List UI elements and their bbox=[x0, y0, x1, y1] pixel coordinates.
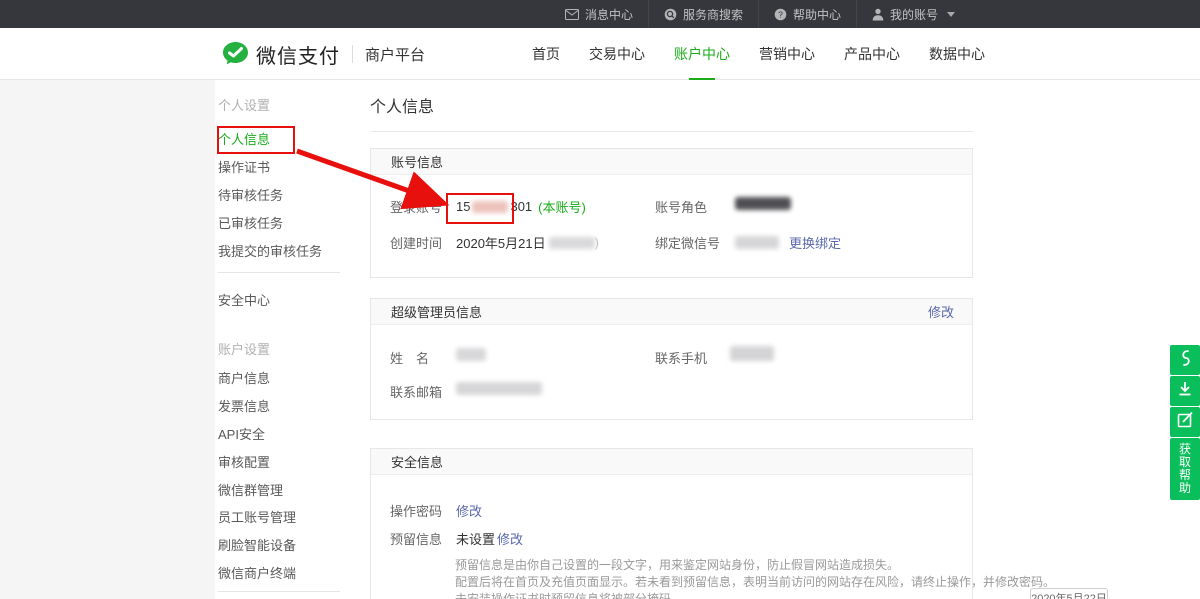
account-role-label: 账号角色 bbox=[655, 197, 707, 216]
bound-wechat-value: 更换绑定 bbox=[735, 233, 841, 252]
redacted-role bbox=[735, 197, 791, 210]
security-info-title: 安全信息 bbox=[391, 452, 443, 471]
sidebar-header-personal-settings: 个人设置 bbox=[218, 95, 270, 114]
redacted-created-tail bbox=[549, 237, 595, 249]
reserved-info-status: 未设置 bbox=[456, 529, 495, 548]
svg-text:?: ? bbox=[778, 9, 783, 19]
reserved-info-desc-line-3: 未安装操作证书时预留信息将被部分掩码。 bbox=[455, 590, 683, 599]
nav-transaction-center[interactable]: 交易中心 bbox=[589, 38, 645, 70]
sidebar-item-operation-certificate[interactable]: 操作证书 bbox=[218, 157, 270, 176]
super-admin-header: 超级管理员信息 修改 bbox=[371, 299, 972, 325]
redacted-phone bbox=[730, 346, 774, 361]
top-utility-group: 消息中心 服务商搜索 ? 帮助中心 我的账号 bbox=[550, 0, 970, 28]
nav-home[interactable]: 首页 bbox=[532, 38, 560, 70]
sidebar-item-my-submitted-tasks[interactable]: 我提交的审核任务 bbox=[218, 241, 322, 260]
nav-account-center[interactable]: 账户中心 bbox=[674, 38, 730, 70]
account-info-title: 账号信息 bbox=[391, 152, 443, 171]
sidebar-divider bbox=[218, 591, 340, 592]
portal-name: 商户平台 bbox=[365, 44, 425, 65]
created-time-value: 2020年5月21日 ) bbox=[456, 233, 599, 252]
current-account-tag: (本账号) bbox=[538, 197, 586, 216]
security-info-header: 安全信息 bbox=[371, 449, 972, 475]
name-value bbox=[456, 348, 486, 361]
name-label: 姓 名 bbox=[390, 348, 429, 367]
sidebar-item-merchant-info[interactable]: 商户信息 bbox=[218, 368, 270, 387]
brand: 微信支付 商户平台 bbox=[222, 28, 425, 80]
redacted-login-middle bbox=[472, 201, 508, 213]
sidebar-header-account-settings: 账户设置 bbox=[218, 339, 270, 358]
brand-divider bbox=[352, 45, 353, 63]
envelope-icon bbox=[565, 9, 579, 20]
sidebar-divider bbox=[218, 272, 340, 273]
sidebar-item-reviewed-tasks[interactable]: 已审核任务 bbox=[218, 213, 283, 232]
edit-icon bbox=[1177, 411, 1194, 433]
main-header: 微信支付 商户平台 首页 交易中心 账户中心 营销中心 产品中心 数据中心 bbox=[0, 28, 1200, 80]
edit-float-button[interactable] bbox=[1170, 407, 1200, 437]
download-icon bbox=[1177, 380, 1193, 402]
my-account-label: 我的账号 bbox=[890, 6, 938, 23]
sidebar-item-invoice-info[interactable]: 发票信息 bbox=[218, 396, 270, 415]
contact-phone-value bbox=[730, 346, 774, 361]
download-float-button[interactable] bbox=[1170, 376, 1200, 406]
account-role-value bbox=[735, 197, 791, 210]
primary-nav: 首页 交易中心 账户中心 营销中心 产品中心 数据中心 bbox=[532, 28, 985, 80]
reserved-info-edit-link[interactable]: 修改 bbox=[497, 529, 523, 548]
user-icon bbox=[872, 8, 884, 21]
contact-email-label: 联系邮箱 bbox=[390, 382, 442, 401]
question-circle-icon: ? bbox=[774, 8, 787, 21]
sidebar-item-merchant-terminal[interactable]: 微信商户终端 bbox=[218, 563, 296, 582]
sidebar-item-review-config[interactable]: 审核配置 bbox=[218, 452, 270, 471]
operation-password-label: 操作密码 bbox=[390, 501, 442, 520]
redacted-name bbox=[456, 348, 486, 361]
my-account-menu[interactable]: 我的账号 bbox=[856, 0, 970, 28]
sidebar-item-personal-info[interactable]: 个人信息 bbox=[218, 129, 270, 148]
service-provider-search-label: 服务商搜索 bbox=[683, 6, 743, 23]
bound-wechat-label: 绑定微信号 bbox=[655, 233, 720, 252]
rebind-link[interactable]: 更换绑定 bbox=[789, 233, 841, 252]
reserved-info-desc-line-1: 预留信息是由你自己设置的一段文字，用来鉴定网站身份，防止假冒网站造成损失。 bbox=[455, 556, 899, 573]
sidebar-item-staff-account-mgmt[interactable]: 员工账号管理 bbox=[218, 507, 296, 526]
feedback-float-button[interactable] bbox=[1170, 345, 1200, 375]
login-account-label: 登录账号 bbox=[390, 197, 442, 216]
sidebar-item-security-center[interactable]: 安全中心 bbox=[218, 290, 270, 309]
message-center-link[interactable]: 消息中心 bbox=[550, 0, 648, 28]
sidebar-item-face-device[interactable]: 刷脸智能设备 bbox=[218, 535, 296, 554]
nav-marketing-center[interactable]: 营销中心 bbox=[759, 38, 815, 70]
page-title: 个人信息 bbox=[370, 93, 434, 117]
left-gutter bbox=[0, 80, 215, 599]
wechat-pay-merchant-portal: 消息中心 服务商搜索 ? 帮助中心 我的账号 bbox=[0, 0, 1200, 599]
nav-product-center[interactable]: 产品中心 bbox=[844, 38, 900, 70]
nav-data-center[interactable]: 数据中心 bbox=[929, 38, 985, 70]
service-provider-search-link[interactable]: 服务商搜索 bbox=[648, 0, 758, 28]
title-divider bbox=[370, 131, 973, 132]
top-utility-bar: 消息中心 服务商搜索 ? 帮助中心 我的账号 bbox=[0, 0, 1200, 28]
reserved-info-label: 预留信息 bbox=[390, 529, 442, 548]
sidebar-item-wechat-group-mgmt[interactable]: 微信群管理 bbox=[218, 480, 283, 499]
sidebar: 个人设置 个人信息 操作证书 待审核任务 已审核任务 我提交的审核任务 安全中心… bbox=[215, 80, 345, 599]
help-center-label: 帮助中心 bbox=[793, 6, 841, 23]
wechat-pay-logo-icon bbox=[222, 41, 249, 68]
date-badge: 2020年5月22日 bbox=[1030, 588, 1108, 599]
sidebar-item-pending-review-tasks[interactable]: 待审核任务 bbox=[218, 185, 283, 204]
contact-email-value bbox=[456, 382, 542, 395]
message-center-label: 消息中心 bbox=[585, 6, 633, 23]
created-time-label: 创建时间 bbox=[390, 233, 442, 252]
chevron-down-icon bbox=[947, 12, 955, 17]
redacted-email bbox=[456, 382, 542, 395]
super-admin-edit-link[interactable]: 修改 bbox=[928, 302, 954, 321]
account-info-header: 账号信息 bbox=[371, 149, 972, 175]
contact-phone-label: 联系手机 bbox=[655, 348, 707, 367]
squiggle-icon bbox=[1177, 349, 1193, 372]
logo-wordmark: 微信支付 bbox=[256, 40, 340, 69]
reserved-info-desc-line-2: 配置后将在首页及充值页面显示。若未看到预留信息，表明当前访问的网站存在风险，请终… bbox=[455, 573, 1055, 590]
help-center-link[interactable]: ? 帮助中心 bbox=[758, 0, 856, 28]
get-help-float-button[interactable]: 获取帮助 bbox=[1170, 438, 1200, 500]
redacted-wechat-id bbox=[735, 236, 779, 249]
sidebar-item-api-security[interactable]: API安全 bbox=[218, 424, 265, 443]
get-help-label: 获取帮助 bbox=[1178, 443, 1192, 495]
search-icon bbox=[664, 8, 677, 21]
login-account-value: 15 301 (本账号) bbox=[456, 197, 586, 216]
operation-password-edit-link[interactable]: 修改 bbox=[456, 501, 482, 520]
super-admin-title: 超级管理员信息 bbox=[391, 302, 482, 321]
